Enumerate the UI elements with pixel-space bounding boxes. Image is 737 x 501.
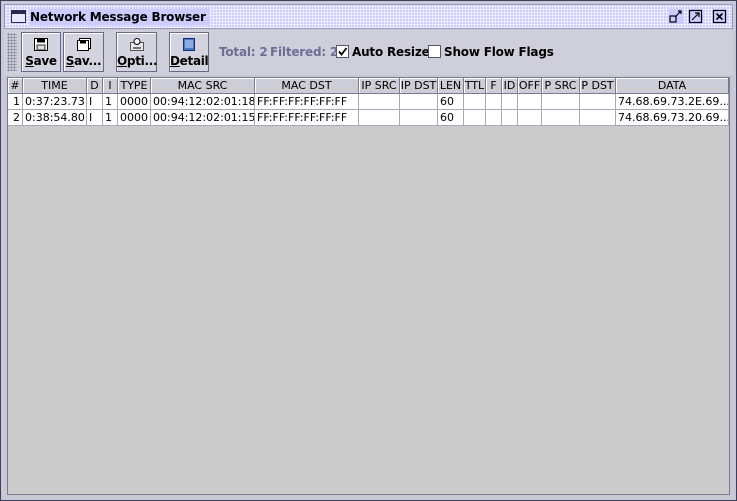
column-header[interactable]: TIME	[23, 78, 87, 94]
cell-index: 1	[8, 94, 23, 110]
content-area: Save Sav... Opti... Detail Total: 2 Filt…	[4, 30, 733, 498]
cell-id	[502, 94, 518, 110]
toolbar: Save Sav... Opti... Detail Total: 2 Filt…	[4, 30, 733, 75]
cell-flags	[486, 94, 502, 110]
minimize-icon[interactable]	[669, 9, 684, 24]
column-header[interactable]: LEN	[438, 78, 464, 94]
column-header[interactable]: ID	[502, 78, 518, 94]
floppy-disk-multiple-icon	[76, 38, 91, 51]
show-flow-flags-checkbox[interactable]	[428, 45, 441, 58]
column-header[interactable]: DATA	[616, 78, 729, 94]
cell-len: 60	[438, 94, 464, 110]
save-as-button[interactable]: Sav...	[63, 32, 104, 72]
save-button-label: Save	[25, 54, 57, 68]
cell-index: 2	[8, 110, 23, 126]
cell-port-dst	[580, 110, 616, 126]
column-header[interactable]: MAC DST	[255, 78, 359, 94]
cell-ip-dst	[400, 110, 438, 126]
cell-port-src	[542, 94, 580, 110]
cell-time: 0:38:54.80	[23, 110, 87, 126]
column-header[interactable]: IP SRC	[359, 78, 400, 94]
cell-interface: 1	[103, 94, 118, 110]
cell-mac-dst: FF:FF:FF:FF:FF:FF	[255, 94, 359, 110]
detail-button-label: Detail	[170, 54, 209, 68]
cell-len: 60	[438, 110, 464, 126]
checkmark-icon	[338, 47, 348, 56]
cell-data: 74.68.69.73.20.69...	[616, 110, 729, 126]
cell-mac-src: 00:94:12:02:01:15	[151, 110, 255, 126]
table-row[interactable]: 2 0:38:54.80 I 1 0000 00:94:12:02:01:15 …	[8, 110, 729, 126]
maximize-icon[interactable]	[688, 9, 703, 24]
cell-offset	[518, 110, 542, 126]
options-icon	[129, 38, 144, 51]
cell-ip-dst	[400, 94, 438, 110]
cell-port-src	[542, 110, 580, 126]
cell-mac-dst: FF:FF:FF:FF:FF:FF	[255, 110, 359, 126]
floppy-disk-icon	[34, 38, 48, 51]
save-button[interactable]: Save	[21, 32, 61, 72]
cell-mac-src: 00:94:12:02:01:18	[151, 94, 255, 110]
cell-ip-src	[359, 110, 400, 126]
cell-direction: I	[87, 94, 103, 110]
table-row[interactable]: 1 0:37:23.73 I 1 0000 00:94:12:02:01:18 …	[8, 94, 729, 110]
detail-document-icon	[183, 38, 195, 51]
toolbar-grip[interactable]	[7, 33, 17, 71]
options-button[interactable]: Opti...	[116, 32, 158, 72]
column-header[interactable]: P DST	[580, 78, 616, 94]
cell-time: 0:37:23.73	[23, 94, 87, 110]
column-header[interactable]: TYPE	[118, 78, 151, 94]
cell-port-dst	[580, 94, 616, 110]
window-icon[interactable]	[11, 10, 26, 23]
column-header[interactable]: #	[8, 78, 23, 94]
column-header[interactable]: TTL	[464, 78, 486, 94]
title-bar[interactable]: Network Message Browser	[4, 4, 733, 29]
column-header[interactable]: MAC SRC	[151, 78, 255, 94]
options-button-label: Opti...	[117, 54, 158, 68]
column-header[interactable]: I	[103, 78, 118, 94]
cell-type: 0000	[118, 94, 151, 110]
cell-type: 0000	[118, 110, 151, 126]
message-table[interactable]: # TIME D I TYPE MAC SRC MAC DST IP SRC I…	[7, 77, 730, 495]
window-title: Network Message Browser	[30, 9, 210, 25]
cell-interface: 1	[103, 110, 118, 126]
table-header: # TIME D I TYPE MAC SRC MAC DST IP SRC I…	[8, 78, 729, 94]
cell-offset	[518, 94, 542, 110]
filtered-count: Filtered: 2	[270, 45, 339, 59]
total-count: Total: 2	[219, 45, 268, 59]
auto-resize-checkbox[interactable]	[336, 45, 349, 58]
cell-data: 74.68.69.73.2E.69...	[616, 94, 729, 110]
cell-direction: I	[87, 110, 103, 126]
cell-flags	[486, 110, 502, 126]
column-header[interactable]: IP DST	[400, 78, 438, 94]
table-body: 1 0:37:23.73 I 1 0000 00:94:12:02:01:18 …	[8, 94, 729, 126]
column-header[interactable]: F	[486, 78, 502, 94]
detail-button[interactable]: Detail	[169, 32, 209, 72]
cell-ttl	[464, 94, 486, 110]
column-header[interactable]: D	[87, 78, 103, 94]
show-flow-flags-label[interactable]: Show Flow Flags	[444, 45, 554, 59]
close-icon[interactable]	[712, 9, 727, 24]
cell-id	[502, 110, 518, 126]
column-header[interactable]: P SRC	[542, 78, 580, 94]
column-header[interactable]: OFF	[518, 78, 542, 94]
app-window: Network Message Browser Save Sav... Opti…	[0, 0, 737, 501]
save-as-button-label: Sav...	[65, 54, 102, 68]
cell-ip-src	[359, 94, 400, 110]
cell-ttl	[464, 110, 486, 126]
auto-resize-label[interactable]: Auto Resize	[352, 45, 430, 59]
